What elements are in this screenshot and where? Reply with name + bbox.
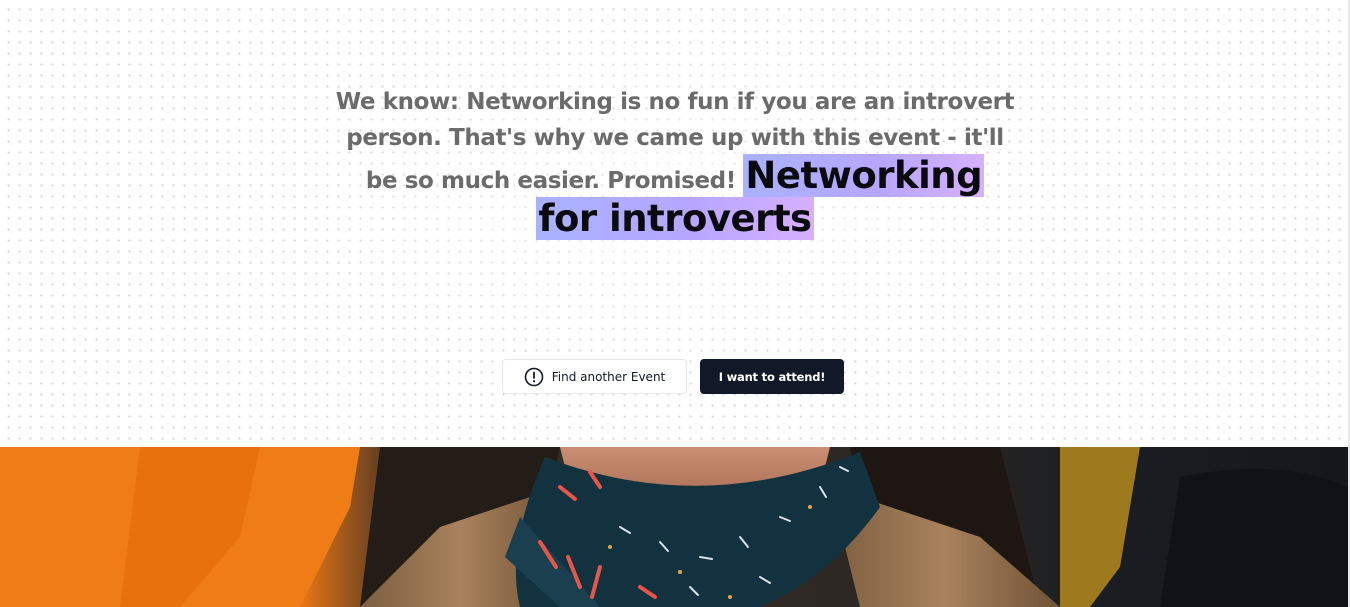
event-title: Networking for introverts	[536, 154, 985, 240]
alert-circle-icon	[524, 367, 544, 386]
find-another-event-label: Find another Event	[551, 369, 666, 384]
find-another-event-button[interactable]: Find another Event	[502, 359, 687, 394]
attend-button-label: I want to attend!	[718, 369, 826, 384]
hero-actions: Find another Event I want to attend!	[502, 359, 844, 394]
event-photo-illustration	[0, 447, 1348, 607]
event-photo	[0, 447, 1348, 607]
hero-headline: We know: Networking is no fun if you are…	[335, 84, 1015, 242]
attend-button[interactable]: I want to attend!	[700, 359, 844, 394]
